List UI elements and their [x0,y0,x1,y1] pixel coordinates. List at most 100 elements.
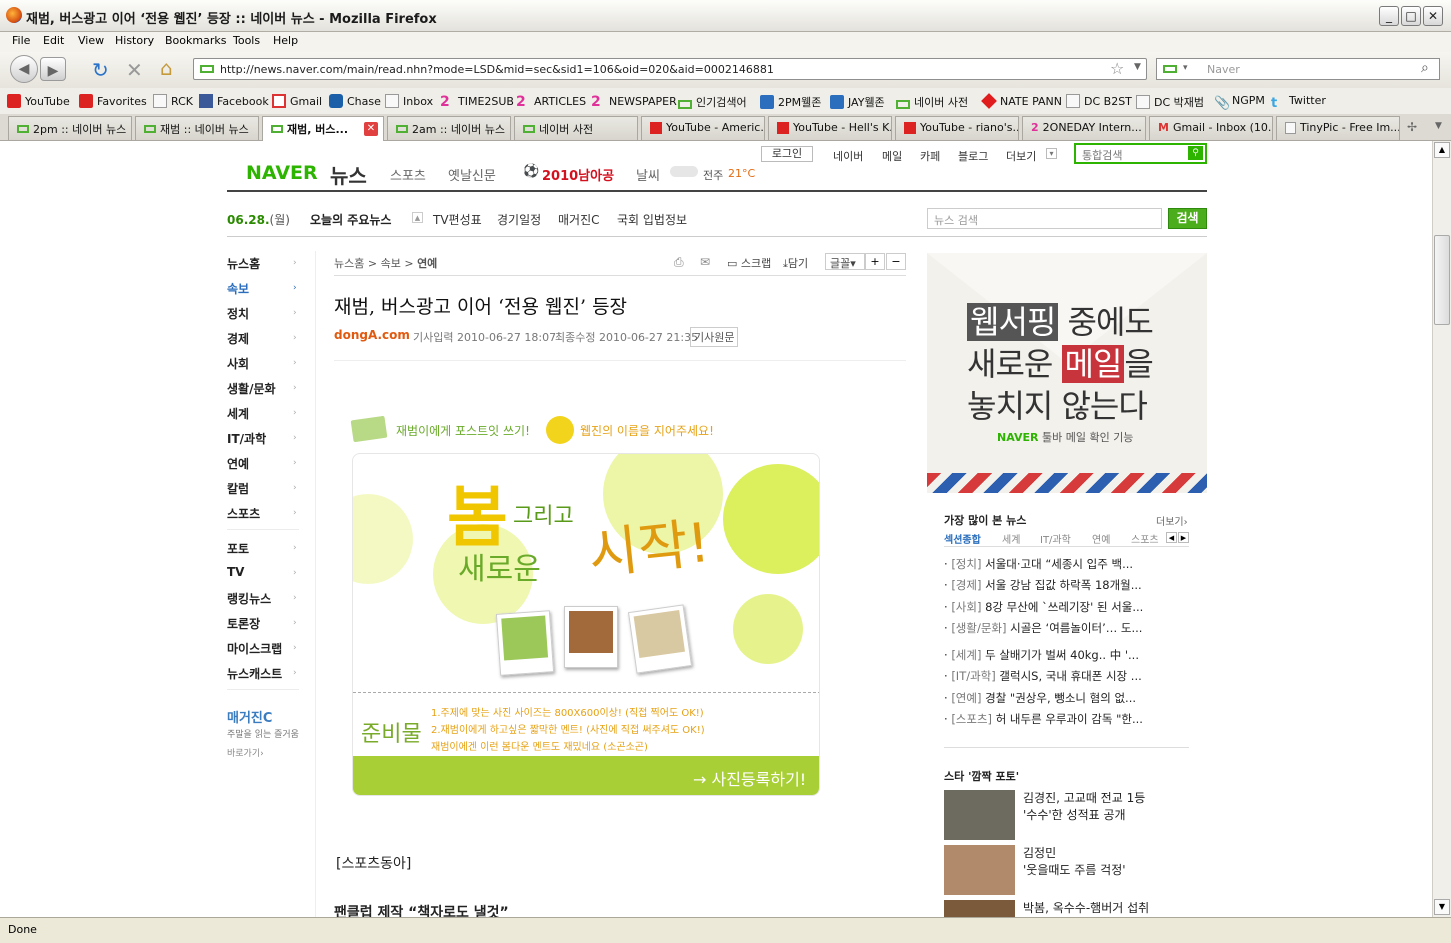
lnb-politics[interactable]: 정치 [227,305,249,322]
font-decrease-button[interactable]: − [886,253,906,270]
bookmark-star-icon[interactable]: ☆ [1110,59,1124,78]
bookmark-favorites[interactable]: Favorites [79,94,147,108]
tab-list-icon[interactable]: ▼ [1435,121,1442,131]
bookmark-facebook[interactable]: Facebook [199,94,269,108]
menu-edit[interactable]: Edit [43,34,64,47]
section-worldcup[interactable]: 2010남아공 [542,165,614,184]
bookmark-naver-dict[interactable]: 네이버 사전 [896,94,968,110]
most-read-item[interactable]: · [스포츠] 허 내두른 우루과이 감독 "한... [944,711,1164,727]
star-item-name[interactable]: 김정민 [1023,844,1056,861]
mail-icon[interactable]: ✉ [700,255,710,269]
most-read-item[interactable]: · [생활/문화] 시골은 ‘여름놀이터’… 도... [944,620,1164,636]
toolbar-mail-ad[interactable]: 웹서핑 중에도 새로운 메일을 놓치지 않는다 NAVER 툴바 메일 확인 기… [927,253,1207,493]
star-item-name[interactable]: 박봄, 옥수수-햄버거 섭취 [1023,899,1149,916]
lnb-life-culture[interactable]: 생활/문화 [227,380,276,397]
menu-tools[interactable]: Tools [233,34,260,47]
star-item-name[interactable]: 김경진, 고교때 전교 1등 [1023,789,1145,806]
search-bar[interactable]: ▾ Naver ⌕ [1156,58,1440,80]
magazine-c-title[interactable]: 매거진C [227,707,272,726]
lnb-breaking[interactable]: 속보 [227,280,249,297]
tab-2oneday[interactable]: 2 2ONEDAY Intern... [1022,116,1146,140]
breadcrumb-entertainment[interactable]: 연예 [417,257,437,270]
bookmark-ngpm[interactable]: 📎 NGPM [1214,94,1265,111]
bookmark-rck[interactable]: RCK [153,94,193,108]
search-icon[interactable]: ⚲ [1188,146,1203,160]
scrap-button[interactable]: ▭ 스크랩 [727,255,771,271]
scroll-down-icon[interactable]: ▼ [1434,899,1450,915]
menu-help[interactable]: Help [273,34,298,47]
menu-file[interactable]: File [12,34,30,47]
stop-icon[interactable]: ✕ [126,58,143,82]
article-source[interactable]: dongA.com [334,328,410,342]
search-magnifier-icon[interactable]: ⌕ [1421,60,1429,76]
assembly-info-link[interactable]: 국회 입법정보 [617,211,687,228]
main-news-link[interactable]: 오늘의 주요뉴스 [310,211,391,228]
star-item-desc[interactable]: '웃을때도 주름 걱정' [1023,861,1126,878]
game-schedule-link[interactable]: 경기일정 [497,211,541,228]
lnb-ranking[interactable]: 랭킹뉴스 [227,590,271,607]
magazine-c-link[interactable]: 매거진C [558,211,600,228]
bookmark-dc-b2st[interactable]: DC B2ST [1066,94,1132,108]
star-thumb[interactable] [944,900,1015,917]
scroll-up-icon[interactable]: ▲ [1434,142,1450,158]
bookmark-jay[interactable]: JAY웰존 [830,94,885,110]
top-link-naver[interactable]: 네이버 [833,148,863,164]
promo-register-button[interactable]: → 사진등록하기! [693,766,806,790]
tab-current[interactable]: 재범, 버스... ✕ [262,116,384,142]
naver-engine-icon[interactable] [1163,65,1177,73]
lnb-photo[interactable]: 포토 [227,540,249,557]
most-read-more[interactable]: 더보기› [1156,513,1188,528]
menu-view[interactable]: View [78,34,104,47]
menu-history[interactable]: History [115,34,154,47]
lnb-column[interactable]: 칼럼 [227,480,249,497]
lnb-entertainment[interactable]: 연예 [227,455,249,472]
font-select[interactable]: 글꼴▾ [825,253,865,270]
forward-button[interactable]: ▶ [40,57,66,81]
top-link-cafe[interactable]: 카페 [920,148,940,164]
menu-bookmarks[interactable]: Bookmarks [165,34,226,47]
most-read-item[interactable]: · [IT/과학] 갤럭시S, 국내 휴대폰 시장 ... [944,668,1164,684]
lnb-tv[interactable]: TV [227,565,244,579]
star-item-desc[interactable]: '수수'한 성적표 공개 [1023,806,1126,823]
bookmark-nate-pann[interactable]: NATE PANN [981,93,1062,109]
lnb-debate[interactable]: 토론장 [227,615,260,632]
tab-gmail[interactable]: M Gmail - Inbox (10... [1149,116,1273,140]
news-logo[interactable]: 뉴스 [330,160,367,189]
bookmark-time2sub[interactable]: 2 TIME2SUB [440,94,514,110]
integrated-search-input[interactable]: 통합검색 ⚲ [1074,143,1207,164]
naver-logo[interactable]: NAVER [246,162,318,184]
magazine-c-go[interactable]: 바로가기› [227,746,264,759]
lnb-economy[interactable]: 경제 [227,330,249,347]
close-window-button[interactable]: ✕ [1423,6,1443,26]
star-thumb[interactable] [944,790,1015,840]
tab-youtube-hells[interactable]: YouTube - Hell's K... [768,116,892,140]
lnb-society[interactable]: 사회 [227,355,249,372]
vertical-scrollbar[interactable]: ▲ ▼ [1432,141,1451,917]
top-link-blog[interactable]: 블로그 [958,148,988,164]
breadcrumb-breaking[interactable]: 속보 [381,257,401,270]
next-arrow-icon[interactable]: ▶ [1178,532,1189,543]
bookmark-articles[interactable]: 2 ARTICLES [516,94,586,110]
most-read-tab-it[interactable]: IT/과학 [1040,531,1071,546]
top-link-more[interactable]: 더보기 [1006,148,1036,164]
article-original-button[interactable]: 기사원문 [690,327,739,347]
tab-youtube-americ[interactable]: YouTube - Americ... [641,116,765,140]
tab-jaebeom[interactable]: 재범 :: 네이버 뉴스 [135,116,259,140]
scroll-thumb[interactable] [1434,235,1450,325]
lnb-world[interactable]: 세계 [227,405,249,422]
star-thumb[interactable] [944,845,1015,895]
most-read-item[interactable]: · [경제] 서울 강남 집값 하락폭 18개월... [944,577,1164,593]
news-search-input[interactable]: 뉴스 검색 [927,208,1162,229]
most-read-tab-sports[interactable]: 스포츠 [1131,531,1159,546]
lnb-sports[interactable]: 스포츠 [227,505,260,522]
section-weather[interactable]: 날씨 [636,165,660,184]
bookmark-youtube[interactable]: YouTube [7,94,70,108]
reload-icon[interactable]: ↻ [92,58,109,82]
most-read-tab-world[interactable]: 세계 [1002,531,1020,546]
prev-arrow-icon[interactable]: ◀ [1166,532,1177,543]
tab-2pm[interactable]: 2pm :: 네이버 뉴스 [8,116,132,140]
toggle-icon[interactable]: ▲ [412,212,423,223]
login-button[interactable]: 로그인 [761,146,813,162]
bookmark-gmail[interactable]: Gmail [272,94,322,108]
bookmark-dc-jaebeom[interactable]: DC 박재범 [1136,94,1204,110]
